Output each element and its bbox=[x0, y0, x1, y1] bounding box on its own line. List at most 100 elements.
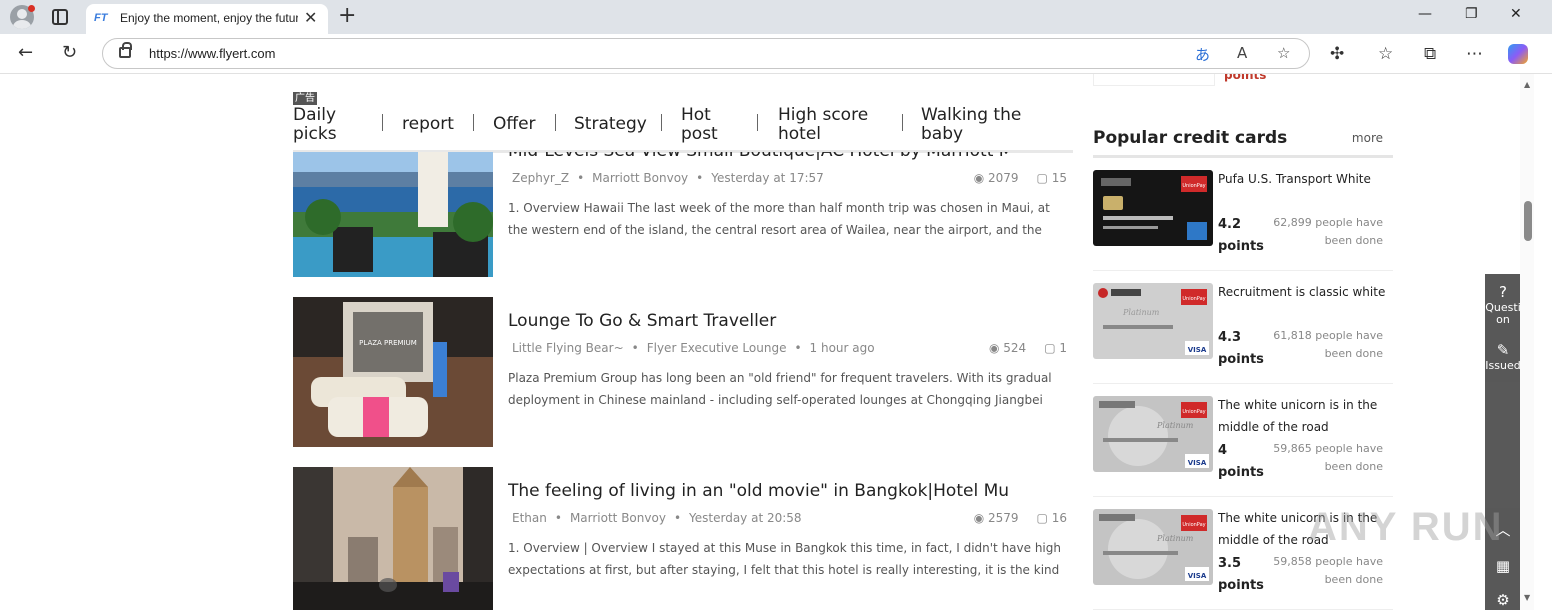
credit-card-image[interactable]: UnionPay bbox=[1093, 170, 1213, 246]
more-link[interactable]: more bbox=[1352, 131, 1383, 145]
article-forum[interactable]: Flyer Executive Lounge bbox=[647, 341, 787, 355]
nav-divider bbox=[473, 114, 474, 131]
credit-card-item[interactable]: UnionPay Pufa U.S. Transport White 4.2 p… bbox=[1093, 158, 1393, 271]
unionpay-logo: UnionPay bbox=[1182, 522, 1205, 528]
article-description: Plaza Premium Group has long been an "ol… bbox=[508, 371, 1052, 407]
article-title[interactable]: Lounge To Go & Smart Traveller bbox=[508, 311, 1008, 331]
back-icon[interactable]: ← bbox=[18, 42, 33, 63]
credit-card-item[interactable]: UnionPay Platinum VISA The white unicorn… bbox=[1093, 384, 1393, 497]
issued-button[interactable]: ✎ Issued bbox=[1485, 342, 1521, 372]
article-description: 1. Overview | Overview I stayed at this … bbox=[508, 541, 1061, 577]
previous-card-points: points bbox=[1224, 74, 1267, 82]
views-count: 2079 bbox=[988, 171, 1019, 185]
article-time: Yesterday at 17:57 bbox=[711, 171, 824, 185]
tab-daily-picks[interactable]: Daily picks bbox=[293, 106, 337, 144]
comments-count: 15 bbox=[1051, 171, 1067, 185]
new-tab-icon[interactable]: + bbox=[338, 3, 356, 28]
unionpay-logo: UnionPay bbox=[1182, 183, 1205, 189]
lock-icon[interactable] bbox=[119, 42, 132, 58]
article-meta: Little Flying Bear~ • Flyer Executive Loun… bbox=[512, 341, 875, 355]
browser-tab[interactable]: FT Enjoy the moment, enjoy the future ✕ bbox=[86, 4, 328, 34]
article-thumbnail[interactable]: PLAZA PREMIUM bbox=[293, 297, 493, 447]
article-meta: Zephyr_Z • Marriott Bonvoy • Yesterday at 17… bbox=[512, 171, 824, 185]
copilot-icon[interactable] bbox=[1508, 44, 1528, 64]
article-forum[interactable]: Marriott Bonvoy bbox=[592, 171, 688, 185]
views-icon: ◉ bbox=[988, 341, 1000, 355]
read-aloud-icon[interactable]: A bbox=[1237, 44, 1247, 62]
unionpay-logo: UnionPay bbox=[1182, 409, 1205, 415]
article-author[interactable]: Ethan bbox=[512, 511, 547, 525]
tab-high-score-hotel[interactable]: High score hotel bbox=[778, 106, 868, 144]
article-item[interactable]: The feeling of living in an "old movie" … bbox=[293, 467, 1073, 610]
visa-logo: VISA bbox=[1188, 346, 1207, 354]
views-count: 524 bbox=[1003, 341, 1027, 355]
close-window-icon[interactable]: ✕ bbox=[1510, 6, 1522, 22]
tab-actions-icon[interactable] bbox=[52, 9, 68, 25]
url-text[interactable]: https://www.flyert.com bbox=[149, 46, 275, 61]
watermark: ANY RUN bbox=[1308, 505, 1504, 549]
flyert-favicon-icon: FT bbox=[94, 12, 108, 24]
tab-report[interactable]: report bbox=[402, 115, 454, 134]
qr-code-button[interactable]: ▦ bbox=[1485, 558, 1521, 576]
feedback-button[interactable]: ⚙ bbox=[1485, 592, 1521, 610]
extensions-icon[interactable]: ✣ bbox=[1330, 44, 1344, 64]
comments-count: 16 bbox=[1051, 511, 1067, 525]
address-bar[interactable]: https://www.flyert.com あ A ☆ bbox=[102, 38, 1310, 69]
credit-card-image[interactable]: UnionPay Platinum VISA bbox=[1093, 509, 1213, 585]
article-stats: ◉ 2579 ▢ 16 bbox=[974, 511, 1067, 525]
article-author[interactable]: Little Flying Bear~ bbox=[512, 341, 624, 355]
article-description: 1. Overview Hawaii The last week of the … bbox=[508, 201, 1050, 237]
tab-title: Enjoy the moment, enjoy the future bbox=[120, 11, 298, 25]
minimize-icon[interactable]: — bbox=[1418, 6, 1432, 22]
card-name[interactable]: Pufa U.S. Transport White bbox=[1218, 168, 1388, 190]
article-item[interactable]: PLAZA PREMIUM Lounge To Go & Smart Trave… bbox=[293, 297, 1073, 447]
tab-strategy[interactable]: Strategy bbox=[574, 115, 647, 134]
card-score: 3.5 points bbox=[1218, 556, 1264, 593]
card-people-count: 59,858 people have been done bbox=[1273, 555, 1383, 586]
article-stats: ◉ 524 ▢ 1 bbox=[989, 341, 1067, 355]
tab-hot-post[interactable]: Hot post bbox=[681, 106, 718, 144]
scroll-up-arrow-icon[interactable]: ▲ bbox=[1524, 80, 1530, 89]
card-score: 4.2 points bbox=[1218, 217, 1264, 254]
article-forum[interactable]: Marriott Bonvoy bbox=[570, 511, 666, 525]
credit-card-item[interactable]: UnionPay Platinum VISA Recruitment is cl… bbox=[1093, 271, 1393, 384]
scroll-down-arrow-icon[interactable]: ▼ bbox=[1524, 593, 1530, 602]
article-time: Yesterday at 20:58 bbox=[689, 511, 802, 525]
comments-icon: ▢ bbox=[1044, 341, 1056, 355]
article-thumbnail[interactable] bbox=[293, 467, 493, 610]
credit-card-image[interactable]: UnionPay Platinum VISA bbox=[1093, 283, 1213, 359]
page-scrollbar[interactable] bbox=[1520, 74, 1534, 610]
more-icon[interactable]: ⋯ bbox=[1466, 44, 1483, 64]
card-people-count: 61,818 people have been done bbox=[1273, 329, 1383, 360]
article-author[interactable]: Zephyr_Z bbox=[512, 171, 569, 185]
translate-icon[interactable]: あ bbox=[1195, 44, 1210, 65]
previous-card-item bbox=[1093, 74, 1215, 86]
unionpay-logo: UnionPay bbox=[1182, 296, 1205, 302]
maximize-icon[interactable]: ❐ bbox=[1465, 6, 1478, 22]
comments-icon: ▢ bbox=[1036, 511, 1048, 525]
tab-offer[interactable]: Offer bbox=[493, 115, 536, 134]
thumb-label: PLAZA PREMIUM bbox=[359, 339, 417, 347]
favorites-icon[interactable]: ☆ bbox=[1378, 44, 1393, 64]
refresh-icon[interactable]: ↻ bbox=[62, 42, 77, 63]
issued-label: Issued bbox=[1485, 359, 1521, 372]
browser-toolbar: ← ↻ https://www.flyert.com あ A ☆ bbox=[0, 34, 1552, 74]
card-score: 4 points bbox=[1218, 443, 1264, 480]
tab-strip: FT Enjoy the moment, enjoy the future ✕ … bbox=[0, 0, 1552, 34]
card-name[interactable]: The white unicorn is in the middle of th… bbox=[1218, 394, 1388, 438]
article-title[interactable]: The feeling of living in an "old movie" … bbox=[508, 481, 1008, 501]
qr-code-icon: ▦ bbox=[1495, 557, 1511, 575]
favorite-star-icon[interactable]: ☆ bbox=[1277, 44, 1290, 62]
visa-logo: VISA bbox=[1188, 572, 1207, 580]
collections-icon[interactable]: ⧉ bbox=[1424, 44, 1436, 64]
scrollbar-thumb[interactable] bbox=[1524, 201, 1532, 241]
tab-close-icon[interactable]: ✕ bbox=[304, 8, 317, 27]
nav-divider bbox=[902, 114, 903, 131]
nav-divider bbox=[382, 114, 383, 131]
credit-card-image[interactable]: UnionPay Platinum VISA bbox=[1093, 396, 1213, 472]
tab-walking-the-baby[interactable]: Walking the baby bbox=[921, 106, 1021, 144]
card-name[interactable]: Recruitment is classic white bbox=[1218, 281, 1388, 303]
visa-logo: VISA bbox=[1188, 459, 1207, 467]
question-button[interactable]: ? Question bbox=[1485, 284, 1521, 334]
card-tier-text: Platinum bbox=[1122, 308, 1160, 317]
